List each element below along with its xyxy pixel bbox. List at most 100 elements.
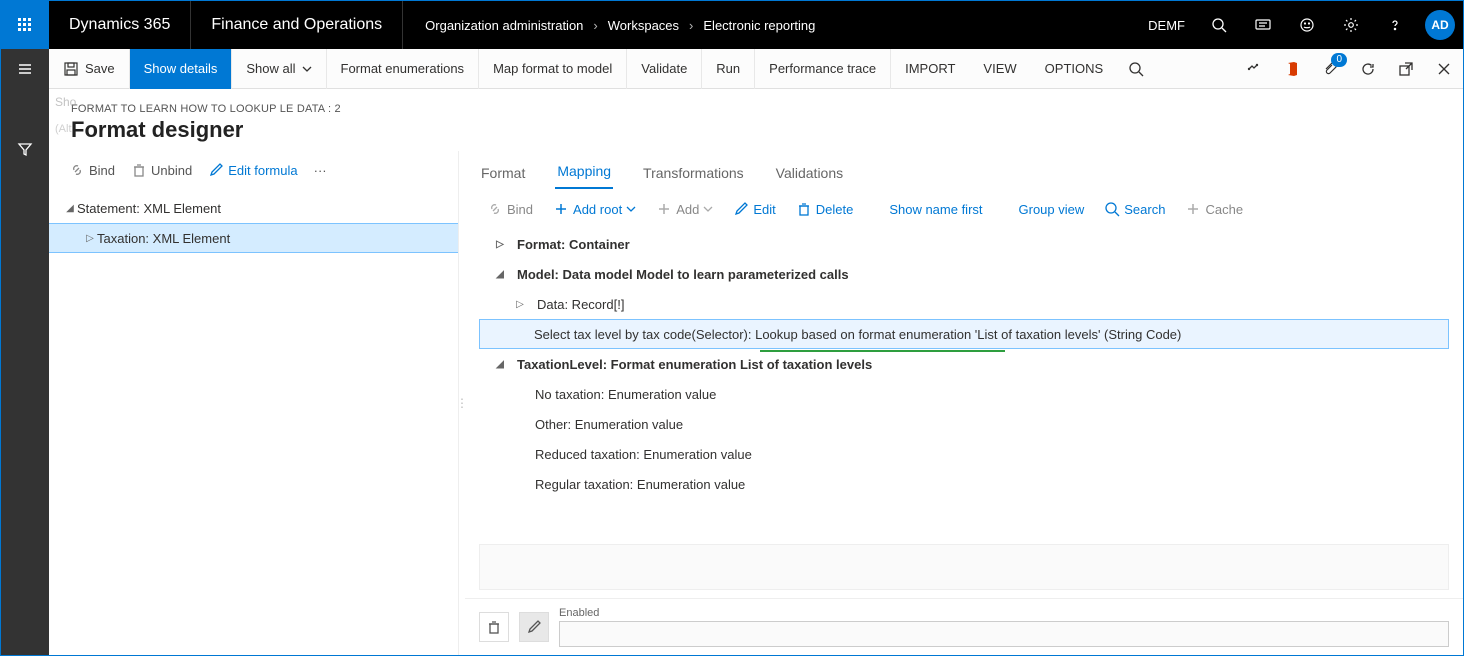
cache-button[interactable]: Cache [1177,197,1251,221]
enabled-input[interactable] [559,621,1449,647]
trash-icon [486,619,502,635]
company-label[interactable]: DEMF [1136,18,1197,33]
breadcrumb: Organization administration › Workspaces… [403,18,1136,33]
collapse-icon[interactable]: ◢ [493,359,507,370]
edit-label: Edit [753,202,775,217]
tab-validations[interactable]: Validations [774,157,845,189]
trash-icon [131,162,147,178]
unbind-button[interactable]: Unbind [125,158,198,182]
enabled-label: Enabled [559,607,1449,619]
tab-mapping[interactable]: Mapping [555,155,613,189]
tab-format[interactable]: Format [479,157,527,189]
view-button[interactable]: VIEW [969,49,1030,89]
options-button[interactable]: OPTIONS [1031,49,1118,89]
expand-icon[interactable]: ▷ [513,299,527,310]
user-avatar[interactable]: AD [1425,10,1455,40]
tree-node-reduced-taxation[interactable]: Reduced taxation: Enumeration value [479,439,1449,469]
edit-formula-button[interactable] [519,612,549,642]
delete-button[interactable]: Delete [788,197,862,221]
cmdbar-search-button[interactable] [1117,49,1155,89]
refresh-icon [1360,61,1376,77]
format-tree: ◢Statement: XML Element ▷Taxation: XML E… [49,189,458,655]
pencil-icon [526,619,542,635]
feedback-button[interactable] [1285,1,1329,49]
save-button[interactable]: Save [49,49,130,89]
breadcrumb-item[interactable]: Organization administration [425,18,583,33]
collapse-icon[interactable]: ◢ [63,203,77,214]
messages-button[interactable] [1241,1,1285,49]
search-button[interactable] [1197,1,1241,49]
breadcrumb-item[interactable]: Electronic reporting [703,18,815,33]
tree-node-statement[interactable]: ◢Statement: XML Element [49,193,458,223]
help-button[interactable] [1373,1,1417,49]
chevron-down-icon [703,204,713,214]
show-details-button[interactable]: Show details [130,49,233,89]
expand-icon[interactable]: ▷ [83,233,97,244]
tree-node-select-tax-level[interactable]: Select tax level by tax code(Selector): … [479,319,1449,349]
tree-node-taxation[interactable]: ▷Taxation: XML Element [49,223,458,253]
map-format-button[interactable]: Map format to model [479,49,627,89]
link-icon [487,201,503,217]
tooltip-ghost: Sho [55,95,76,109]
nav-filter-button[interactable] [1,129,49,169]
run-button[interactable]: Run [702,49,755,89]
popout-icon [1398,61,1414,77]
search-icon [1211,17,1227,33]
edit-button[interactable]: Edit [725,197,783,221]
attachments-button[interactable]: 0 [1311,49,1349,89]
tree-node-data-record[interactable]: ▷Data: Record[!] [479,289,1449,319]
add-root-button[interactable]: Add root [545,197,644,221]
plus-icon [553,201,569,217]
tree-node-model[interactable]: ◢Model: Data model Model to learn parame… [479,259,1449,289]
group-view-label: Group view [1019,202,1085,217]
search-button[interactable]: Search [1096,197,1173,221]
tree-node-taxation-level[interactable]: ◢TaxationLevel: Format enumeration List … [479,349,1449,379]
collapse-icon[interactable]: ◢ [493,269,507,280]
gear-icon [1343,17,1359,33]
nav-rail [1,49,49,655]
search-icon [1128,61,1144,77]
show-all-button[interactable]: Show all [232,49,326,89]
tab-transformations[interactable]: Transformations [641,157,746,189]
settings-button[interactable] [1329,1,1373,49]
popout-button[interactable] [1387,49,1425,89]
tree-label: Other: Enumeration value [535,417,683,432]
add-button[interactable]: Add [648,197,721,221]
tree-node-regular-taxation[interactable]: Regular taxation: Enumeration value [479,469,1449,499]
help-icon [1387,17,1403,33]
bind-button[interactable]: Bind [479,197,541,221]
perf-trace-button[interactable]: Performance trace [755,49,891,89]
close-button[interactable] [1425,49,1463,89]
connector-button[interactable] [1235,49,1273,89]
bind-label: Bind [89,163,115,178]
brand-label: Dynamics 365 [49,16,190,34]
delete-formula-button[interactable] [479,612,509,642]
import-button[interactable]: IMPORT [891,49,969,89]
tree-node-format-container[interactable]: ▷ Format: Container [479,229,1449,259]
chevron-right-icon: › [689,18,693,33]
group-view-button[interactable]: Group view [1011,198,1093,221]
bind-button[interactable]: Bind [63,158,121,182]
more-button[interactable]: ··· [308,159,333,182]
tree-label: Select tax level by tax code(Selector): … [534,327,1181,342]
format-enumerations-button[interactable]: Format enumerations [327,49,480,89]
body-grid: Bind Unbind Edit formula ··· ◢Statement:… [49,151,1463,655]
show-name-first-button[interactable]: Show name first [881,198,990,221]
add-label: Add [676,202,699,217]
breadcrumb-item[interactable]: Workspaces [608,18,679,33]
nav-hamburger-button[interactable] [1,49,49,89]
tree-label: No taxation: Enumeration value [535,387,716,402]
app-launcher-button[interactable] [1,1,49,49]
tree-label: Format: Container [517,237,630,252]
expand-icon[interactable]: ▷ [493,239,507,250]
main-area: Save Show details Show all Format enumer… [49,49,1463,655]
office-button[interactable] [1273,49,1311,89]
page-title: Format designer [71,117,1441,143]
refresh-button[interactable] [1349,49,1387,89]
tree-node-other[interactable]: Other: Enumeration value [479,409,1449,439]
tree-label: Taxation: XML Element [97,231,230,246]
validate-button[interactable]: Validate [627,49,702,89]
edit-formula-button[interactable]: Edit formula [202,158,303,182]
tree-node-no-taxation[interactable]: No taxation: Enumeration value [479,379,1449,409]
hamburger-icon [17,61,33,77]
